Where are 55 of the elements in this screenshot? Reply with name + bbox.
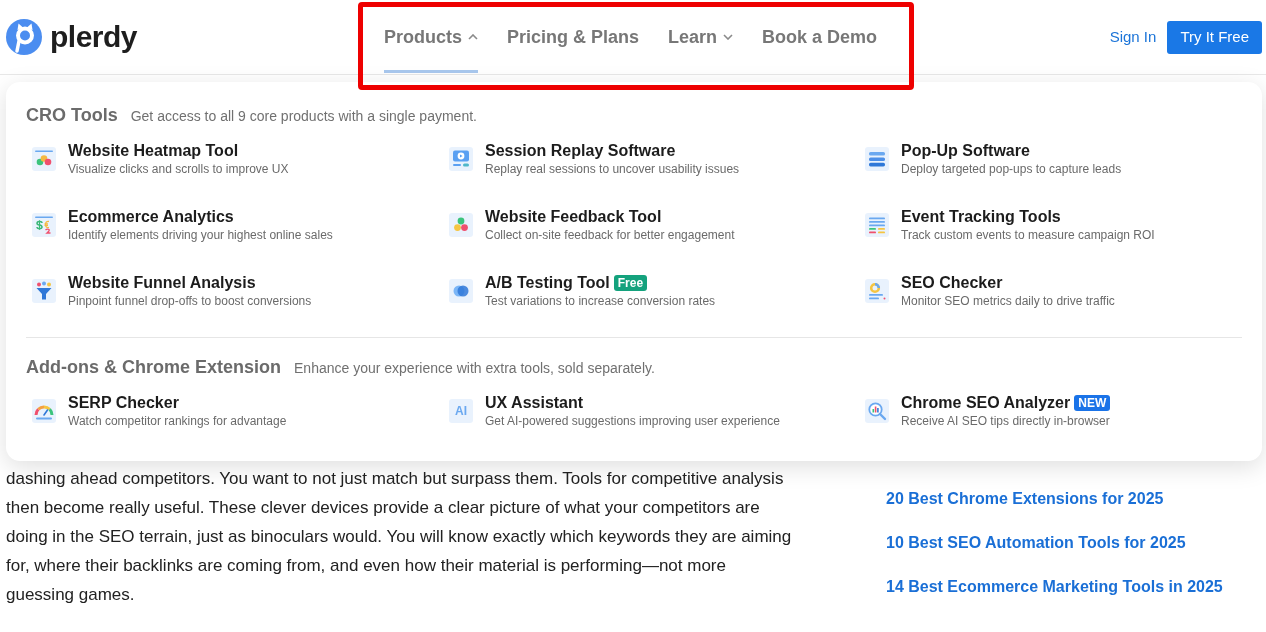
related-article-link[interactable]: 20 Best Chrome Extensions for 2025 bbox=[886, 488, 1223, 510]
colored-lines-icon bbox=[865, 213, 889, 237]
product-link[interactable]: Website Feedback Tool bbox=[485, 207, 662, 227]
product-link[interactable]: Website Funnel Analysis bbox=[68, 273, 256, 293]
product-description: Watch competitor rankings for advantage bbox=[68, 413, 287, 429]
product-tag: NEW bbox=[1074, 395, 1111, 411]
overlapping-circles-icon bbox=[449, 279, 473, 303]
donut-chart-icon bbox=[865, 279, 889, 303]
section-heading: CRO Tools bbox=[26, 104, 118, 127]
sign-in-link[interactable]: Sign In bbox=[1109, 25, 1157, 49]
section-subtitle: Enhance your experience with extra tools, sold separately. bbox=[294, 359, 655, 378]
product-description: Pinpoint funnel drop-offs to boost conversions bbox=[68, 293, 312, 309]
heatmap-dots-icon bbox=[32, 147, 56, 171]
logo-icon bbox=[6, 19, 42, 55]
magnifier-chart-icon bbox=[865, 399, 889, 423]
section-subtitle: Get access to all 9 core products with a single payment. bbox=[130, 107, 477, 126]
product-link[interactable]: Event Tracking Tools bbox=[901, 207, 1061, 227]
product-description: Test variations to increase conversion rates bbox=[485, 293, 716, 309]
product-description: Identify elements driving your highest online sales bbox=[68, 227, 333, 243]
related-article-link[interactable]: 10 Best SEO Automation Tools for 2025 bbox=[886, 532, 1223, 554]
product-description: Receive AI SEO tips directly in-browser bbox=[901, 413, 1111, 429]
product-description: Track custom events to measure campaign ROI bbox=[901, 227, 1155, 243]
currency-symbols-icon bbox=[32, 213, 56, 237]
product-description: Get AI-powered suggestions improving user experience bbox=[485, 413, 780, 429]
funnel-icon bbox=[32, 279, 56, 303]
product-link[interactable]: UX Assistant bbox=[485, 393, 584, 413]
nav-link[interactable]: Products bbox=[384, 0, 478, 74]
logo-text: plerdy bbox=[50, 22, 138, 52]
stacked-bars-icon bbox=[865, 147, 889, 171]
product-description: Visualize clicks and scrolls to improve UX bbox=[68, 161, 289, 177]
product-link[interactable]: Chrome SEO Analyzer bbox=[901, 393, 1071, 413]
try-free-button[interactable]: Try It Free bbox=[1167, 20, 1262, 54]
article-paragraph: dashing ahead competitors. You want to not just match but surpass them. Tools for competitive analysis then become really useful. These clever devices provide a clear picture of what your competitors are doing in the SEO terrain, just as binoculars would. You will know exactly which keywords they are aiming for, where their backlinks are coming from, and even how their material is performing—not more guessing games. bbox=[6, 468, 792, 606]
nav-link[interactable]: Pricing & Plans bbox=[507, 0, 640, 74]
product-link[interactable]: Pop-Up Software bbox=[901, 141, 1030, 161]
section-heading: Add-ons & Chrome Extension bbox=[26, 356, 281, 379]
product-link[interactable]: SEO Checker bbox=[901, 273, 1003, 293]
three-circles-icon bbox=[449, 213, 473, 237]
product-tag: Free bbox=[613, 275, 648, 291]
logo-link[interactable]: plerdy bbox=[6, 19, 138, 55]
gauge-icon bbox=[32, 399, 56, 423]
product-description: Deploy targeted pop-ups to capture leads bbox=[901, 161, 1122, 177]
product-link[interactable]: A/B Testing Tool bbox=[485, 273, 610, 293]
product-description: Monitor SEO metrics daily to drive traffic bbox=[901, 293, 1115, 309]
nav-link[interactable]: Learn bbox=[668, 0, 734, 74]
video-player-icon bbox=[449, 147, 473, 171]
product-link[interactable]: SERP Checker bbox=[68, 393, 179, 413]
product-link[interactable]: Session Replay Software bbox=[485, 141, 676, 161]
product-description: Collect on-site feedback for better engagement bbox=[485, 227, 735, 243]
nav-link[interactable]: Book a Demo bbox=[762, 0, 878, 74]
ai-icon: AI bbox=[449, 399, 473, 423]
related-article-link[interactable]: 14 Best Ecommerce Marketing Tools in 2025 bbox=[886, 576, 1223, 598]
product-link[interactable]: Ecommerce Analytics bbox=[68, 207, 234, 227]
product-link[interactable]: Website Heatmap Tool bbox=[68, 141, 239, 161]
product-description: Replay real sessions to uncover usability issues bbox=[485, 161, 740, 177]
